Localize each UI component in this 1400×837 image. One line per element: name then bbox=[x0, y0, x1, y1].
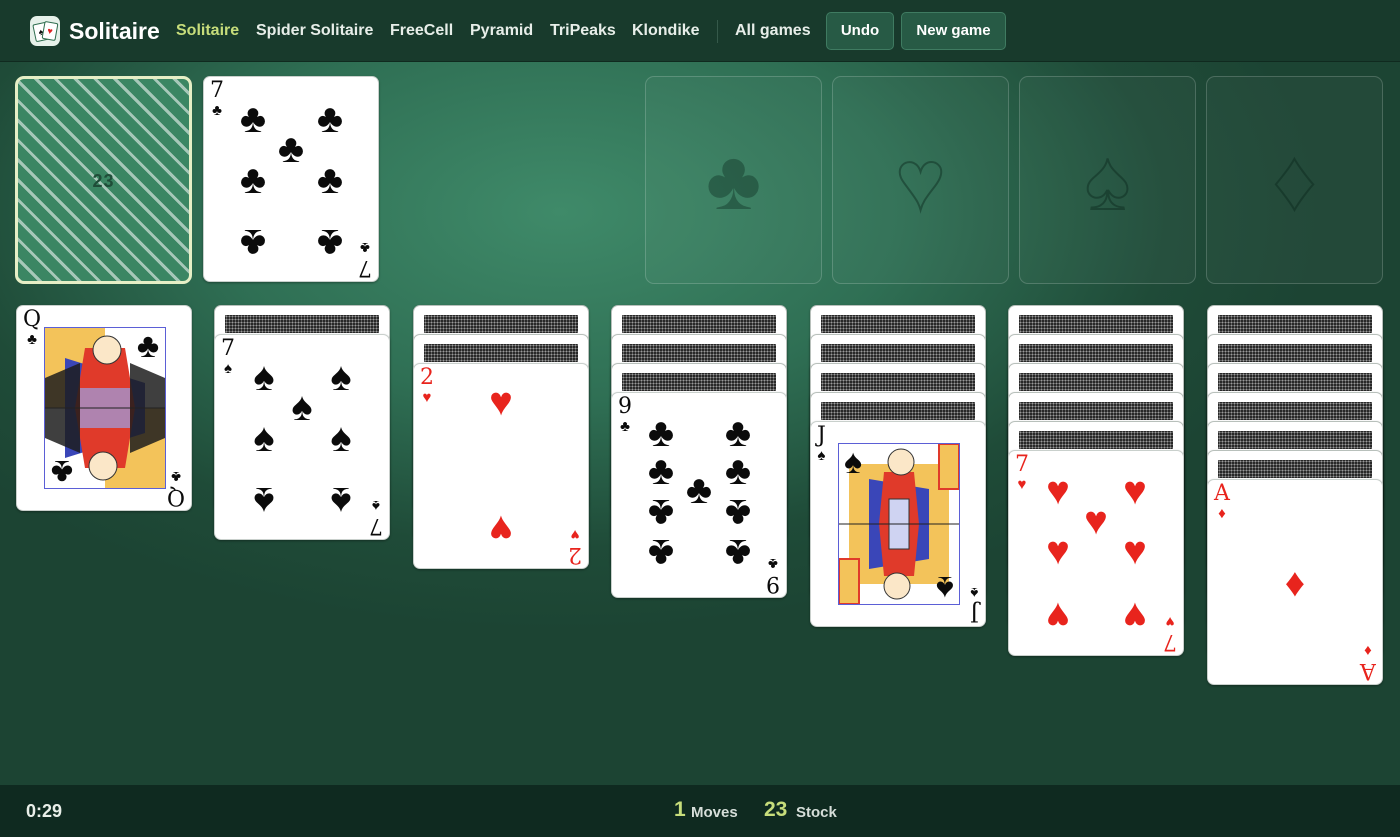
spade-pip: ♠ bbox=[330, 416, 352, 460]
stock-remaining-count: 23 bbox=[764, 798, 788, 821]
nav-divider bbox=[717, 20, 718, 43]
card-corner-top: A ♦ bbox=[1214, 481, 1230, 522]
club-pip: ♣ bbox=[316, 158, 344, 202]
club-pip: ♣ bbox=[277, 127, 305, 171]
spade-pip: ♠ bbox=[330, 355, 352, 399]
card-corner-bottom: 7 ♠ bbox=[369, 497, 383, 538]
club-pip: ♣ bbox=[647, 449, 675, 493]
club-pip: ♣ bbox=[724, 531, 752, 575]
tableau-6-top-card[interactable]: 7 ♥ ♥ ♥ ♥ ♥ ♥ ♥ ♥ 7 ♥ bbox=[1008, 450, 1184, 656]
heart-pip: ♥ bbox=[1046, 529, 1070, 573]
stock-count: 23 bbox=[92, 171, 115, 191]
tableau-1-top-card[interactable]: Q ♣ ♣ ♣ Q ♣ bbox=[16, 305, 192, 511]
club-pip: ♣ bbox=[647, 491, 675, 535]
card-corner-bottom: 7 ♥ bbox=[1163, 613, 1177, 654]
club-pip: ♣ bbox=[647, 411, 675, 455]
card-corner-bottom: 7 ♣ bbox=[358, 239, 372, 280]
spade-pip: ♠ bbox=[935, 569, 955, 607]
status-bar: 0:29 1 Moves 23 Stock bbox=[0, 785, 1400, 837]
card-corner-top: Q ♣ bbox=[23, 307, 42, 348]
card-corner-bottom: 2 ♥ bbox=[568, 526, 582, 567]
card-corner-top: 9 ♣ bbox=[618, 394, 632, 435]
heart-pip: ♥ bbox=[1046, 469, 1070, 513]
card-corner-top: 7 ♠ bbox=[221, 336, 235, 377]
card-corner-bottom: A ♦ bbox=[1360, 642, 1376, 683]
club-pip: ♣ bbox=[724, 449, 752, 493]
moves-count: 1 bbox=[674, 798, 686, 821]
foundation-clubs[interactable]: ♣ bbox=[645, 76, 822, 284]
stock-pile[interactable]: 23 bbox=[15, 76, 192, 284]
moves-label: Moves bbox=[691, 804, 738, 821]
card-corner-bottom: J ♠ bbox=[970, 584, 979, 625]
heart-pip: ♥ bbox=[1046, 594, 1070, 638]
diamond-pip: ♦ bbox=[1284, 561, 1306, 605]
tableau-4-top-card[interactable]: 9 ♣ ♣ ♣ ♣ ♣ ♣ ♣ ♣ ♣ ♣ 9 ♣ bbox=[611, 392, 787, 598]
spade-icon: ♠ bbox=[1084, 133, 1131, 227]
club-pip: ♣ bbox=[239, 158, 267, 202]
foundation-hearts[interactable]: ♥ bbox=[832, 76, 1009, 284]
heart-pip: ♥ bbox=[1084, 499, 1108, 543]
heart-icon: ♥ bbox=[895, 133, 947, 227]
club-pip: ♣ bbox=[50, 453, 74, 491]
top-bar: ♠ ♥ Solitaire Solitaire Spider Solitaire … bbox=[0, 0, 1400, 62]
club-pip: ♣ bbox=[724, 491, 752, 535]
club-pip: ♣ bbox=[647, 531, 675, 575]
heart-pip: ♥ bbox=[1123, 529, 1147, 573]
spade-pip: ♠ bbox=[330, 479, 352, 523]
tableau-2-top-card[interactable]: 7 ♠ ♠ ♠ ♠ ♠ ♠ ♠ ♠ 7 ♠ bbox=[214, 334, 390, 540]
undo-button[interactable]: Undo bbox=[826, 12, 894, 50]
tableau-7-top-card[interactable]: A ♦ ♦ A ♦ bbox=[1207, 479, 1383, 685]
nav-pyramid[interactable]: Pyramid bbox=[470, 20, 533, 42]
spade-pip: ♠ bbox=[291, 385, 313, 429]
spade-pip: ♠ bbox=[843, 443, 863, 481]
tableau-5-top-card[interactable]: J ♠ ♠ ♠ J ♠ bbox=[810, 421, 986, 627]
nav-all-games[interactable]: All games bbox=[735, 20, 811, 42]
waste-card-7-clubs[interactable]: 7 ♣ ♣ ♣ ♣ ♣ ♣ ♣ ♣ 7 ♣ bbox=[203, 76, 379, 282]
diamond-icon: ♦ bbox=[1272, 133, 1317, 227]
new-game-button[interactable]: New game bbox=[901, 12, 1006, 50]
foundation-spades[interactable]: ♠ bbox=[1019, 76, 1196, 284]
game-timer: 0:29 bbox=[26, 801, 63, 821]
club-pip: ♣ bbox=[724, 411, 752, 455]
card-corner-top: 7 ♣ bbox=[210, 78, 224, 119]
heart-pip: ♥ bbox=[1123, 469, 1147, 513]
nav-tripeaks[interactable]: TriPeaks bbox=[550, 20, 616, 42]
card-corner-top: J ♠ bbox=[817, 423, 826, 464]
club-pip: ♣ bbox=[239, 221, 267, 265]
cards-logo-icon[interactable]: ♠ ♥ bbox=[30, 16, 60, 46]
club-pip: ♣ bbox=[316, 221, 344, 265]
nav-freecell[interactable]: FreeCell bbox=[390, 20, 453, 42]
heart-pip: ♥ bbox=[489, 507, 513, 551]
club-pip: ♣ bbox=[316, 97, 344, 141]
spade-pip: ♠ bbox=[253, 479, 275, 523]
logo-title[interactable]: Solitaire bbox=[69, 16, 160, 46]
solitaire-app: ♠ ♥ Solitaire Solitaire Spider Solitaire … bbox=[0, 0, 1400, 837]
club-pip: ♣ bbox=[136, 327, 160, 365]
tableau-3-top-card[interactable]: 2 ♥ ♥ ♥ 2 ♥ bbox=[413, 363, 589, 569]
heart-pip: ♥ bbox=[489, 380, 513, 424]
card-corner-bottom: Q ♣ bbox=[166, 468, 185, 509]
card-corner-bottom: 9 ♣ bbox=[766, 555, 780, 596]
foundation-diamonds[interactable]: ♦ bbox=[1206, 76, 1383, 284]
club-pip: ♣ bbox=[685, 468, 713, 512]
spade-pip: ♠ bbox=[253, 416, 275, 460]
stock-label: Stock bbox=[796, 804, 837, 821]
nav-spider-solitaire[interactable]: Spider Solitaire bbox=[256, 20, 373, 42]
spade-pip: ♠ bbox=[253, 355, 275, 399]
heart-pip: ♥ bbox=[1123, 594, 1147, 638]
card-corner-top: 7 ♥ bbox=[1015, 452, 1029, 493]
nav-klondike[interactable]: Klondike bbox=[632, 20, 700, 42]
card-corner-top: 2 ♥ bbox=[420, 365, 434, 406]
club-pip: ♣ bbox=[239, 97, 267, 141]
nav-solitaire[interactable]: Solitaire bbox=[176, 20, 239, 42]
club-icon: ♣ bbox=[705, 133, 762, 227]
